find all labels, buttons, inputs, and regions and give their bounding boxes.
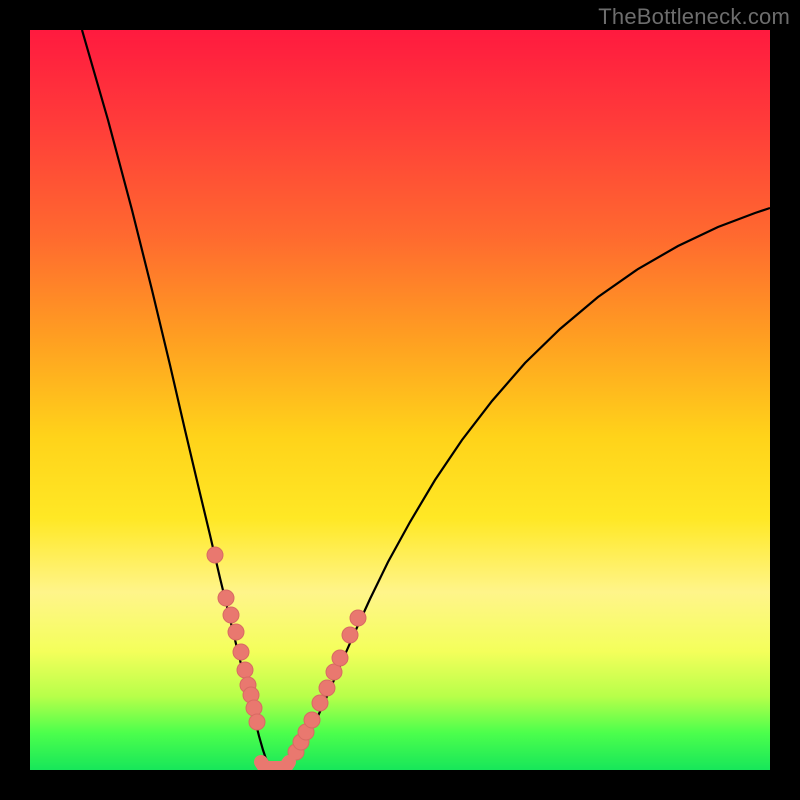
data-point	[207, 547, 223, 563]
plot-area	[30, 30, 770, 770]
left-dot-cluster	[207, 547, 265, 730]
data-point	[350, 610, 366, 626]
data-point	[228, 624, 244, 640]
data-point	[233, 644, 249, 660]
data-point	[312, 695, 328, 711]
data-point	[249, 714, 265, 730]
data-point	[246, 700, 262, 716]
data-point	[218, 590, 234, 606]
chart-frame: TheBottleneck.com	[0, 0, 800, 800]
data-point	[332, 650, 348, 666]
bottleneck-curve	[82, 30, 770, 768]
right-dot-cluster	[288, 610, 366, 760]
watermark-text: TheBottleneck.com	[598, 4, 790, 30]
data-point	[342, 627, 358, 643]
data-point	[304, 712, 320, 728]
data-point	[223, 607, 239, 623]
chart-svg	[30, 30, 770, 770]
valley-bracket	[261, 762, 289, 768]
data-point	[319, 680, 335, 696]
data-point	[237, 662, 253, 678]
